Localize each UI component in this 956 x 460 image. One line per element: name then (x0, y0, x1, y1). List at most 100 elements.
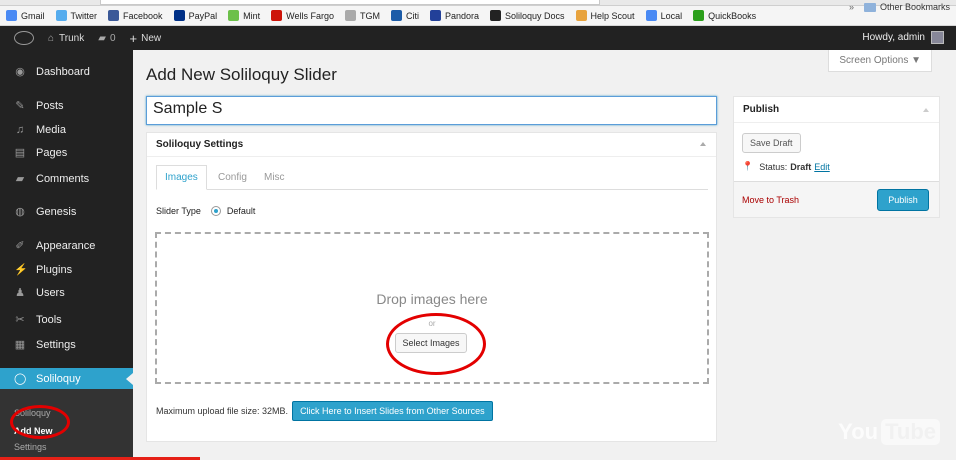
slider-type-label: Slider Type (156, 206, 201, 216)
tab-config[interactable]: Config (210, 165, 255, 190)
settings-icon: ▦ (14, 339, 26, 351)
watermark-tube: Tube (881, 419, 940, 445)
status-edit-link[interactable]: Edit (814, 162, 830, 172)
screen-options-button[interactable]: Screen Options ▼ (828, 50, 932, 72)
sidebar-item-pages[interactable]: ▤ Pages (0, 142, 133, 164)
sidebar-item-genesis[interactable]: ◍ Genesis (0, 201, 133, 223)
bookmarks-bar: Gmail Twitter Facebook PayPal Mint Wells Farg… (0, 6, 956, 26)
bookmark-label: TGM (359, 10, 380, 21)
tab-images[interactable]: Images (156, 165, 207, 190)
more-bookmarks-chevron[interactable]: » (849, 2, 854, 12)
bookmark-twitter[interactable]: Twitter (55, 10, 98, 21)
bookmark-label: Wells Fargo (286, 10, 334, 21)
bookmark-quickbooks[interactable]: QuickBooks (693, 10, 756, 21)
bookmark-soliloquy-docs[interactable]: Soliloquy Docs (490, 10, 565, 21)
pages-icon: ▤ (14, 147, 26, 159)
max-upload-text: Maximum upload file size: 32MB. (156, 406, 289, 416)
bookmark-label: Facebook (123, 10, 163, 21)
collapse-arrow-icon[interactable] (923, 108, 929, 112)
settings-box-header[interactable]: Soliloquy Settings (147, 133, 716, 157)
plugins-icon: ⚡ (14, 264, 28, 276)
citi-icon (390, 10, 402, 21)
mint-icon (228, 10, 240, 21)
new-content-link[interactable]: + New (130, 31, 162, 46)
pin-icon: ✎ (15, 100, 25, 112)
publish-actions: Move to Trash Publish (734, 181, 939, 217)
bookmark-pandora[interactable]: Pandora (429, 10, 479, 21)
comment-bubble-icon: ▰ (98, 32, 106, 44)
users-icon: ♟ (15, 287, 25, 299)
bookmark-help-scout[interactable]: Help Scout (575, 10, 635, 21)
status-label: Status: (759, 161, 788, 172)
drop-images-text: Drop images here (376, 291, 488, 307)
bookmark-mint[interactable]: Mint (228, 10, 260, 21)
sidebar-item-posts[interactable]: ✎ Posts (0, 95, 133, 117)
insert-slides-button[interactable]: Click Here to Insert Slides from Other S… (292, 401, 493, 421)
wells-fargo-icon (271, 10, 283, 21)
settings-tabs: Images Config Misc (156, 165, 708, 190)
bookmark-label: Mint (243, 10, 261, 21)
address-bar[interactable] (100, 0, 600, 5)
slider-type-radio[interactable] (210, 206, 221, 216)
move-to-trash-link[interactable]: Move to Trash (742, 195, 799, 205)
avatar (931, 31, 944, 44)
sidebar-item-appearance[interactable]: ✐ Appearance (0, 235, 133, 257)
sidebar-item-label: Posts (36, 100, 64, 112)
bookmark-wells-fargo[interactable]: Wells Fargo (271, 10, 334, 21)
plus-icon: + (129, 30, 138, 46)
bookmark-label: Twitter (70, 10, 98, 21)
sidebar-item-plugins[interactable]: ⚡ Plugins (0, 259, 133, 281)
account-menu[interactable]: Howdy, admin (862, 31, 944, 44)
sidebar-item-tools[interactable]: ✂ Tools (0, 309, 133, 331)
sidebar-item-label: Tools (36, 314, 62, 326)
save-draft-button[interactable]: Save Draft (742, 133, 801, 153)
watermark-you: You (838, 419, 879, 444)
sidebar-item-label: Media (36, 124, 66, 136)
publish-button[interactable]: Publish (877, 189, 929, 211)
comments-link[interactable]: ▰ 0 (98, 33, 115, 44)
page-title: Add New Soliloquy Slider (146, 65, 337, 84)
wordpress-logo-icon[interactable] (14, 31, 34, 45)
sidebar-item-soliloquy[interactable]: ◯ Soliloquy (0, 368, 133, 390)
sidebar-item-label: Appearance (36, 240, 96, 252)
sidebar-item-settings[interactable]: ▦ Settings (0, 334, 133, 356)
bookmark-gmail[interactable]: Gmail (6, 10, 45, 21)
appearance-icon: ✐ (15, 240, 25, 252)
publish-heading: Publish (743, 104, 780, 115)
sidebar-item-comments[interactable]: ▰ Comments (0, 168, 133, 190)
tgm-icon (344, 10, 356, 21)
publish-box-header[interactable]: Publish (734, 97, 939, 123)
bookmark-label: PayPal (188, 10, 218, 21)
bookmark-local[interactable]: Local (645, 10, 682, 21)
soliloquy-icon: ◯ (14, 373, 27, 385)
twitter-icon (55, 10, 67, 21)
post-status-row: 📍 Status: Draft Edit (742, 161, 830, 172)
submenu-settings[interactable]: Settings (14, 442, 47, 452)
sidebar-item-media[interactable]: ♫ Media (0, 119, 133, 141)
bookmark-label: Gmail (21, 10, 45, 21)
tab-misc[interactable]: Misc (256, 165, 293, 190)
collapse-arrow-icon[interactable] (700, 142, 706, 146)
paypal-icon (173, 10, 185, 21)
bookmark-label: Citi (405, 10, 419, 21)
bookmark-facebook[interactable]: Facebook (108, 10, 163, 21)
tools-icon: ✂ (15, 314, 25, 326)
sidebar-item-users[interactable]: ♟ Users (0, 282, 133, 304)
site-name-link[interactable]: ⌂ Trunk (48, 33, 84, 44)
bookmark-paypal[interactable]: PayPal (173, 10, 218, 21)
sidebar-item-label: Users (36, 287, 65, 299)
upload-info-row: Maximum upload file size: 32MB. Click He… (156, 401, 493, 421)
bookmarks-right: » Other Bookmarks (849, 2, 950, 12)
soliloquy-icon (490, 10, 501, 21)
publish-box: Publish Save Draft 📍 Status: Draft Edit … (733, 96, 940, 218)
bookmark-label: QuickBooks (708, 10, 757, 21)
other-bookmarks-link[interactable]: Other Bookmarks (880, 2, 950, 12)
annotation-circle-select-images (386, 313, 486, 375)
admin-bar: ⌂ Trunk ▰ 0 + New Howdy, admin (0, 26, 956, 50)
bookmark-citi[interactable]: Citi (390, 10, 419, 21)
slider-title-input[interactable]: Sample S (146, 96, 717, 125)
sidebar-item-dashboard[interactable]: ◉ Dashboard (0, 61, 133, 83)
admin-sidebar: ◯ Soliloquy ▦ Settings ✂ Tools ♟ Users ⚡ Plugins ✐… (0, 50, 133, 460)
bookmark-tgm[interactable]: TGM (344, 10, 380, 21)
settings-heading: Soliloquy Settings (156, 139, 244, 150)
